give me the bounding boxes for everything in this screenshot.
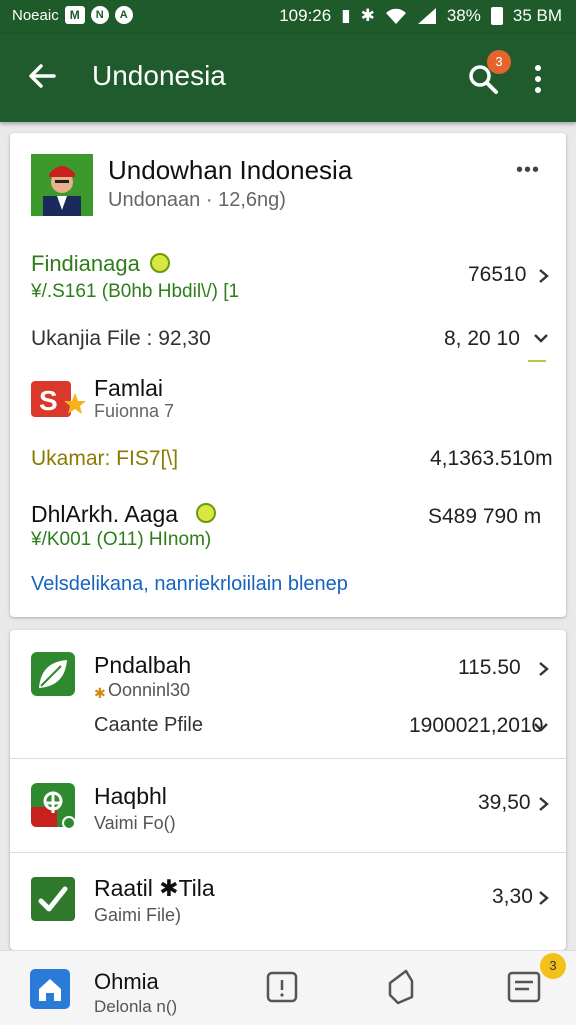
more-vert-icon[interactable] [528,62,548,96]
bottom-nav: Ohmia Delonla n() 3 [0,950,576,1025]
chevron-right-icon[interactable] [537,890,551,906]
home-icon [30,969,70,1009]
file-value: 8, 20 10 [444,327,520,350]
card-title: Undowhan Indonesia [108,155,353,185]
battery-icon [490,7,503,25]
item-dhlarkh-sub: ¥/K001 (O11) HInom) [31,529,212,550]
main-card: Undowhan Indonesia Undonaan · 12,6ng) ••… [10,133,566,617]
avatar [31,154,93,216]
page-title: Undonesia [92,60,226,91]
status-left: Noeaic M N A [12,6,133,24]
notification-badge: 3 [487,50,511,74]
document-icon[interactable] [506,969,542,1005]
list-item-raatil[interactable]: Raatil ✱Tila Gaimi File) 3,30 [10,853,566,949]
check-app-icon [31,877,75,921]
chevron-down-icon[interactable] [533,721,549,733]
vibrate-icon: ▮ [341,6,351,25]
item-dhlarkh-name: DhlArkh. Aaga [31,501,179,527]
list-item-haqbhl[interactable]: Haqbhl Vaimi Fo() 39,50 [10,759,566,851]
item-findianaga-sub: ¥/.S161 (B0hb Hbdil\/) [1 [31,281,240,302]
file-value-underline [528,360,546,362]
item-famlai-sub: Fuionna 7 [94,401,175,421]
details-link[interactable]: Velsdelikana, nanriekrloiilain blenep [31,573,348,596]
chevron-right-icon[interactable] [537,661,551,677]
notification-n-icon: N [90,6,109,24]
haqbhl-value: 39,50 [478,791,531,814]
more-options-icon[interactable]: ••• [516,159,540,182]
nav-home-title: Ohmia [94,969,159,994]
item-findianaga-name: Findianaga [31,251,140,276]
s-star-app-icon[interactable]: S [31,377,89,421]
chevron-down-icon[interactable] [533,332,549,344]
pndalbah-sub: Oonninl30 [108,680,191,700]
item-famlai-name: Famlai [94,375,164,401]
file-label: Ukanjia File : 92,30 [31,327,211,350]
tag-icon[interactable] [386,969,416,1005]
raatil-name: Raatil ✱Tila [94,875,215,901]
ukamar-label: Ukamar: FIS7[\] [31,447,179,470]
status-bar: Noeaic M N A 109:26 ▮ ✱ 38% 35 BM [0,0,576,34]
app-bar: Undonesia 3 [0,34,576,122]
pndalbah-value: 115.50 [458,656,521,679]
pndalbah-name: Pndalbah [94,652,192,678]
nav-badge: 3 [540,953,566,979]
pndalbah-file-value: 1900021,2010 [409,714,544,737]
tree-app-icon [31,783,76,829]
wifi-icon [385,8,406,24]
bluetooth-icon: ✱ [360,6,375,25]
item-dhlarkh-value: S489 790 m [428,505,542,528]
status-right: 109:26 ▮ ✱ 38% 35 BM [279,6,562,26]
notification-m-icon: M [64,6,85,24]
list-item-pndalbah[interactable]: Pndalbah ✱ Oonninl30 115.50 Caante Pfile… [10,630,566,758]
chevron-right-icon[interactable] [537,796,551,812]
coin-icon: ✱ [94,685,106,701]
back-arrow-icon[interactable] [24,58,60,94]
carrier-label: Noeaic [12,6,59,24]
leaf-app-icon [31,652,75,696]
nav-home[interactable]: Ohmia Delonla n() [0,951,200,1025]
pndalbah-file-label: Caante Pfile [94,714,203,736]
battery-percent: 38% [446,6,481,25]
haqbhl-sub: Vaimi Fo() [94,813,176,833]
status-time-left: 109:26 [279,6,332,25]
signal-icon [417,8,436,24]
raatil-value: 3,30 [492,885,533,908]
status-time-right: 35 BM [512,6,562,25]
svg-text:S: S [39,385,58,416]
card-subtitle: Undonaan · 12,6ng) [108,189,286,211]
item-findianaga-value: 76510 [468,263,527,286]
haqbhl-name: Haqbhl [94,783,167,809]
second-card: Pndalbah ✱ Oonninl30 115.50 Caante Pfile… [10,630,566,950]
raatil-sub: Gaimi File) [94,905,182,925]
verified-icon [196,503,216,523]
nav-home-sub: Delonla n() [94,997,178,1016]
ukamar-value: 4,1363.510m [430,447,553,470]
notification-a-icon: A [114,6,133,24]
verified-icon [150,253,170,273]
info-icon[interactable] [266,971,298,1003]
chevron-right-icon[interactable] [537,268,551,284]
